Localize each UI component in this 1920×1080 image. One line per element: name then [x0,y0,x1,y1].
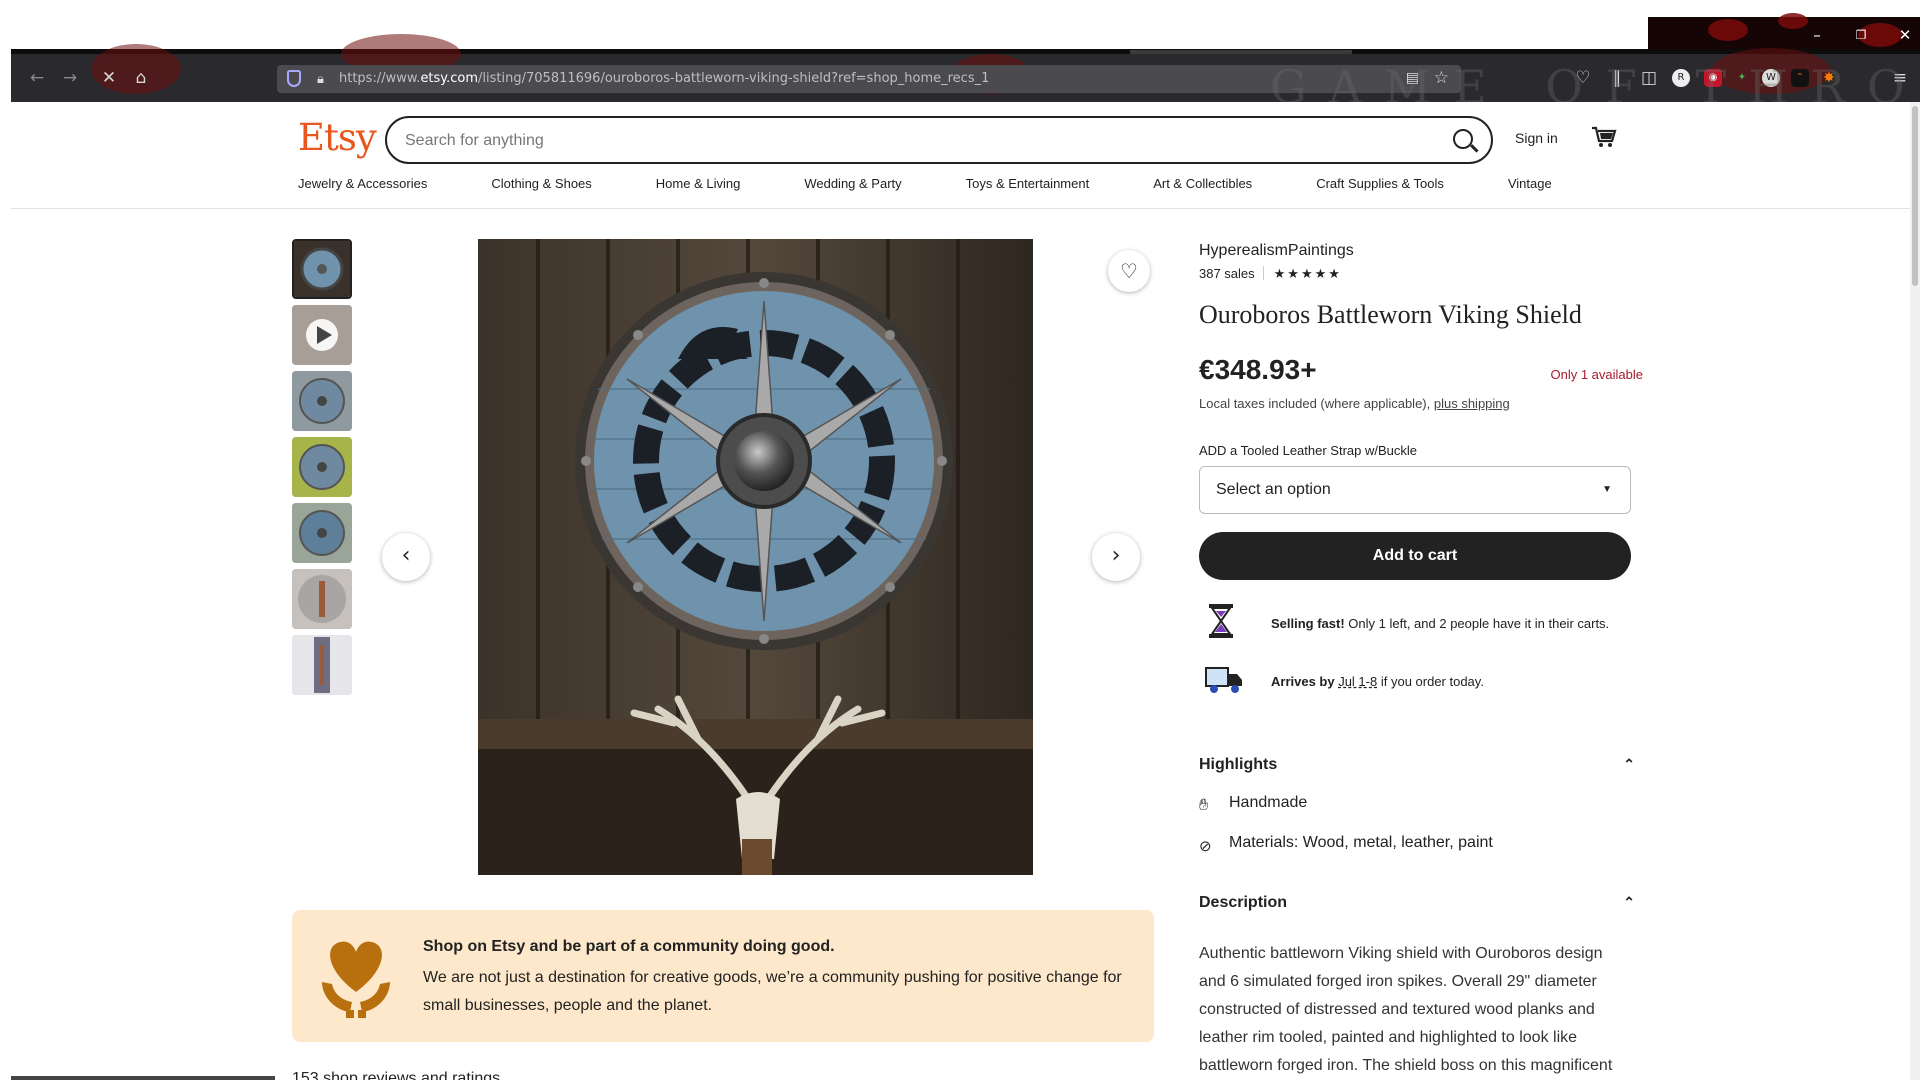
thumbnail-3[interactable] [292,371,352,431]
nav-clothing[interactable]: Clothing & Shoes [491,176,591,200]
bottom-edge-bar [11,1076,275,1080]
favorite-heart-icon[interactable]: ♡ [1108,250,1150,292]
sales-count: 387 sales [1199,266,1255,281]
hand-icon: ✋︎ [1199,797,1209,814]
nav-jewelry[interactable]: Jewelry & Accessories [298,176,427,200]
back-arrow-icon[interactable]: ← [25,66,49,90]
plus-shipping-link[interactable]: plus shipping [1434,396,1510,411]
banner-heading: Shop on Etsy and be part of a community … [423,938,835,955]
rating-stars-icon[interactable]: ★★★★★ [1274,266,1342,281]
nav-art[interactable]: Art & Collectibles [1153,176,1252,200]
etsy-page: Etsy Sign in Jewelry & Accessories Cloth… [11,102,1920,1080]
nav-home-living[interactable]: Home & Living [656,176,741,200]
availability-note: Only 1 available [1550,367,1644,382]
forward-arrow-icon[interactable]: → [58,66,82,90]
header-divider [11,208,1920,209]
tracking-protection-icon[interactable] [287,70,301,87]
description-text: Authentic battleworn Viking shield with … [1199,945,1613,1074]
listing-info: HyperealismPaintings 387 sales ★★★★★ Ouro… [1199,242,1643,1080]
minimize-button[interactable]: – [1797,22,1837,48]
screen: – ❐ ✕ ← → ✕ ⌂ 🔒︎ https://www.etsy.com/li… [0,0,1920,1080]
nav-vintage[interactable]: Vintage [1508,176,1552,200]
chevron-up-icon[interactable]: ⌃ [1623,756,1635,773]
stop-loading-icon[interactable]: ✕ [97,66,121,90]
thumbnail-7[interactable] [292,635,352,695]
highlights-header[interactable]: Highlights ⌃ [1199,756,1643,778]
cart-icon[interactable] [1591,126,1617,148]
title-bar: – ❐ ✕ [0,0,1920,56]
option-label: ADD a Tooled Leather Strap w/Buckle [1199,443,1417,458]
dropdown-caret-icon: ▼ [1602,484,1612,495]
chevron-up-icon[interactable]: ⌃ [1623,894,1635,911]
next-image-button[interactable]: › [1092,533,1140,581]
nav-toys[interactable]: Toys & Entertainment [966,176,1090,200]
close-window-button[interactable]: ✕ [1885,22,1920,48]
sign-in-link[interactable]: Sign in [1515,130,1558,146]
heart-hands-icon [322,941,390,1018]
nav-wedding[interactable]: Wedding & Party [804,176,901,200]
highlight-materials: ⊘ Materials: Wood, metal, leather, paint [1199,834,1493,855]
hourglass-icon [1209,604,1233,638]
delivery-row: Arrives by Jul 1-8 if you order today. [1199,660,1643,704]
previous-image-button[interactable]: ‹ [382,533,430,581]
materials-icon: ⊘ [1199,838,1212,855]
etsy-logo[interactable]: Etsy [298,116,377,159]
thumbnail-5[interactable] [292,503,352,563]
highlight-handmade: ✋︎ Handmade [1199,794,1308,814]
restore-button[interactable]: ❐ [1841,22,1881,48]
reviews-heading-peek: 153 shop reviews and ratings [292,1070,501,1080]
search-bar [385,116,1493,164]
main-product-image[interactable] [478,239,1033,875]
delivery-truck-icon [1205,667,1242,693]
add-to-cart-button[interactable]: Add to cart [1199,532,1631,580]
strap-option-select[interactable]: Select an option ▼ [1199,466,1631,514]
page-scrollbar[interactable] [1910,102,1920,1080]
lock-icon[interactable]: 🔒︎ [317,72,324,87]
thumbnail-1[interactable] [292,239,352,299]
thumbnail-4[interactable] [292,437,352,497]
tax-note: Local taxes included (where applicable),… [1199,396,1510,411]
selling-fast-row: Selling fast! Only 1 left, and 2 people … [1199,602,1643,646]
delivery-date-link[interactable]: Jul 1-8 [1338,674,1377,689]
listing-title: Ouroboros Battleworn Viking Shield [1199,300,1582,329]
description-header[interactable]: Description ⌃ [1199,894,1643,916]
thumbnail-video[interactable] [292,305,352,365]
thumbnail-6[interactable] [292,569,352,629]
community-banner: Shop on Etsy and be part of a community … [292,910,1154,1042]
category-nav: Jewelry & Accessories Clothing & Shoes H… [298,176,1616,200]
url-text[interactable]: https://www.etsy.com/listing/705811696/o… [339,71,989,86]
banner-text: We are not just a destination for creati… [423,969,1122,1014]
home-icon[interactable]: ⌂ [129,66,153,90]
shop-name-link[interactable]: HyperealismPaintings [1199,242,1643,260]
search-icon[interactable] [1453,129,1473,149]
sales-rating: 387 sales ★★★★★ [1199,266,1643,282]
nav-craft[interactable]: Craft Supplies & Tools [1316,176,1444,200]
search-input[interactable] [405,128,1385,154]
thumbnail-list [292,239,354,701]
